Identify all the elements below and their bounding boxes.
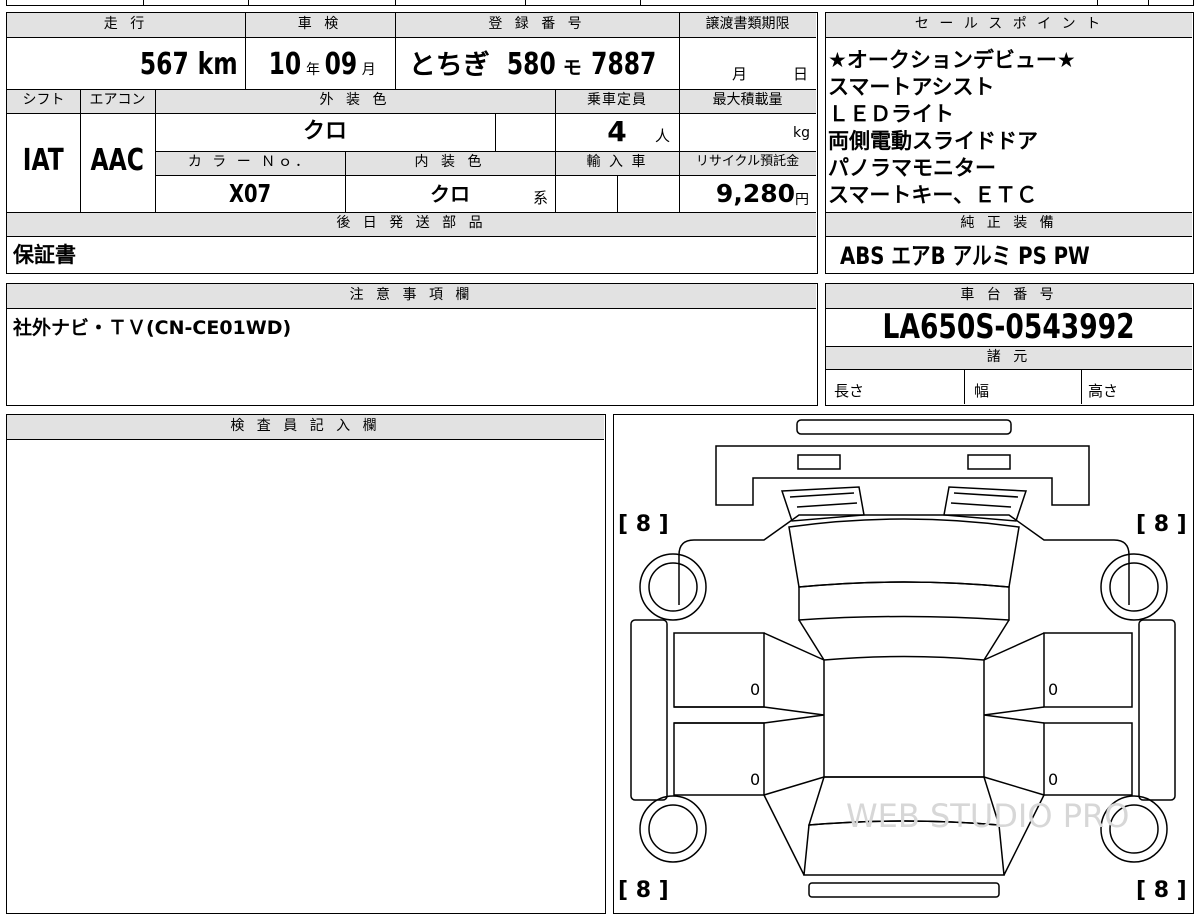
notes-value: 社外ナビ・ＴＶ(CN-CE01WD)	[13, 317, 292, 339]
sales-points-label: セ ー ル ス ポ イ ン ト	[914, 16, 1104, 32]
interior-color-value: クロ	[430, 182, 470, 206]
exterior-color-value: クロ	[302, 119, 347, 144]
door-rear-right-value: 0	[1048, 770, 1058, 789]
top-cutoff-strip	[0, 0, 1200, 7]
registration-plate: とちぎ 580 モ 7887	[408, 47, 657, 82]
later-parts-value: 保証書	[13, 243, 76, 267]
spec-length-label: 長さ	[834, 382, 865, 400]
door-front-right-value: 0	[1048, 680, 1058, 699]
watermark: WEB STUDIO PRO	[846, 797, 1129, 835]
spec-height-label: 高さ	[1088, 382, 1119, 400]
max-load-label: 最大積載量	[712, 92, 783, 108]
car-diagram-box: WEB STUDIO PRO [ 8 ] [ 8 ] [ 8 ] [ 8 ] 0…	[613, 414, 1194, 914]
recycle-deposit-value: 9,280	[715, 179, 795, 208]
recycle-deposit-unit: 円	[795, 192, 809, 208]
chassis-number-value: LA650S-0543992	[882, 307, 1136, 347]
genuine-equipment-value: ABS エアB アルミ PS PW	[840, 242, 1090, 270]
inspector-label: 検 査 員 記 入 欄	[230, 418, 381, 434]
door-rear-left-value: 0	[750, 770, 760, 789]
sales-points-box: セ ー ル ス ポ イ ン ト ★オークションデビュー★ スマートアシスト ＬＥ…	[825, 12, 1194, 274]
chassis-number-label: 車 台 番 号	[960, 287, 1058, 303]
sales-points-list: ★オークションデビュー★ スマートアシスト ＬＥＤライト 両側電動スライドドア …	[828, 47, 1190, 209]
capacity-unit: 人	[655, 127, 671, 145]
shift-label: シフト	[22, 92, 65, 108]
mileage-label: 走 行	[103, 16, 149, 32]
sales-point-item: パノラマモニター	[828, 156, 996, 180]
later-parts-label: 後 日 発 送 部 品	[336, 215, 487, 231]
color-number-label: カ ラ ー Ｎｏ．	[187, 154, 313, 170]
import-car-label: 輸 入 車	[586, 154, 648, 170]
transfer-day-unit: 日	[793, 65, 809, 83]
capacity-label: 乗車定員	[587, 92, 647, 108]
sales-point-item: ＬＥＤライト	[828, 102, 954, 126]
transfer-month-unit: 月	[732, 65, 748, 83]
genuine-equipment-label: 純 正 装 備	[960, 215, 1058, 231]
sales-point-item: ★オークションデビュー★	[828, 48, 1076, 72]
mileage-value: 567 km	[140, 47, 238, 82]
chassis-box: 車 台 番 号 LA650S-0543992 諸 元 長さ 幅 高さ	[825, 283, 1194, 406]
max-load-unit: kg	[793, 125, 810, 141]
aircon-value: AAC	[90, 143, 145, 178]
sales-point-item: 両側電動スライドドア	[828, 129, 1038, 153]
inspection-label: 車 検	[297, 16, 343, 32]
tire-front-right-value: [ 8 ]	[1136, 512, 1187, 537]
recycle-deposit-label: リサイクル預託金	[695, 154, 800, 169]
notes-label: 注 意 事 項 欄	[349, 287, 474, 303]
sales-point-item: スマートアシスト	[828, 75, 995, 99]
capacity-value: 4	[607, 115, 627, 148]
aircon-label: エアコン	[89, 92, 146, 108]
inspector-box: 検 査 員 記 入 欄	[6, 414, 606, 914]
exterior-color-label: 外 装 色	[319, 92, 391, 108]
color-number-value: X07	[228, 179, 272, 208]
car-diagram: WEB STUDIO PRO [ 8 ] [ 8 ] [ 8 ] [ 8 ] 0…	[618, 419, 1187, 901]
door-front-left-value: 0	[750, 680, 760, 699]
interior-color-label: 内 装 色	[414, 154, 486, 170]
interior-color-unit: 系	[533, 189, 549, 207]
tire-front-left-value: [ 8 ]	[618, 512, 669, 537]
shift-value: IAT	[23, 143, 64, 178]
transfer-deadline-label: 譲渡書類期限	[705, 16, 790, 32]
tire-rear-right-value: [ 8 ]	[1136, 878, 1187, 901]
specs-label: 諸 元	[986, 349, 1032, 365]
inspection-date: 10 年 09 月	[268, 47, 376, 82]
vehicle-info-box: 走 行 車 検 登 録 番 号 譲渡書類期限 567 km 10 年 09 月 とちぎ …	[6, 12, 818, 274]
registration-label: 登 録 番 号	[488, 16, 586, 32]
spec-width-label: 幅	[974, 382, 990, 400]
sales-point-item: スマートキー、ＥＴＣ	[828, 183, 1038, 207]
notes-box: 注 意 事 項 欄 社外ナビ・ＴＶ(CN-CE01WD)	[6, 283, 818, 406]
tire-rear-left-value: [ 8 ]	[618, 878, 669, 901]
